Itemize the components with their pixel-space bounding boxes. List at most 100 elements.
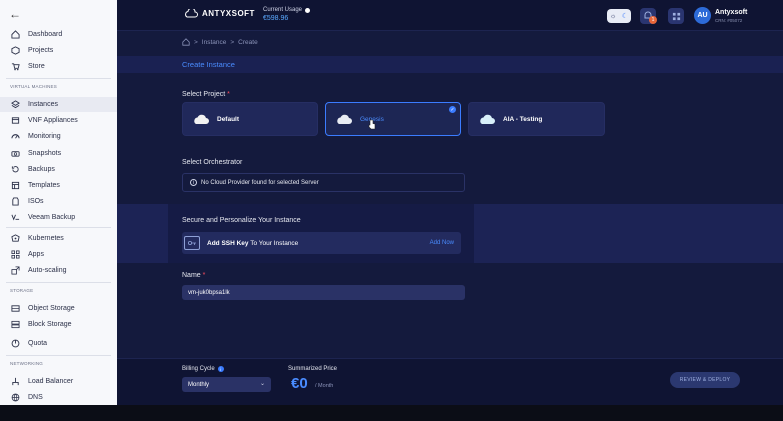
sidebar-item-isos[interactable]: ISOs <box>0 194 117 209</box>
sidebar-item-label: DNS <box>28 394 43 401</box>
notifications-button[interactable]: 1 <box>640 8 657 24</box>
name-input[interactable]: vm-juk0bpsa1lk <box>182 285 465 300</box>
sidebar-item-kubernetes[interactable]: Kubernetes <box>0 231 117 246</box>
ssh-key-box: Add SSH Key To Your Instance Add Now <box>182 232 461 254</box>
pointer-cursor-icon <box>368 119 376 130</box>
veeam-icon <box>10 213 20 223</box>
user-id: CRN: #05072 <box>715 18 743 23</box>
notification-badge: 1 <box>649 16 657 24</box>
logo-text: ANTYXSOFT <box>202 9 255 18</box>
brand-logo[interactable]: ANTYXSOFT <box>184 9 255 18</box>
sidebar-item-label: ISOs <box>28 198 44 205</box>
info-icon: i <box>190 179 197 186</box>
object-storage-icon <box>10 304 20 314</box>
sidebar-item-snapshots[interactable]: Snapshots <box>0 146 117 161</box>
section-label-networking: NETWORKING <box>10 361 43 366</box>
billing-cycle-value: Monthly <box>188 381 210 388</box>
home-icon[interactable] <box>182 38 190 46</box>
backup-icon <box>10 165 20 175</box>
sidebar-item-veeam-backup[interactable]: Veeam Backup <box>0 210 117 225</box>
breadcrumb-separator: > <box>194 38 198 46</box>
sidebar-item-dns[interactable]: DNS <box>0 390 117 405</box>
sidebar-item-label: Projects <box>28 47 54 54</box>
disc-icon <box>10 197 20 207</box>
sidebar-item-block-storage[interactable]: Block Storage <box>0 317 117 332</box>
section-label-vm: VIRTUAL MACHINES <box>10 84 57 89</box>
required-marker: * <box>202 272 206 279</box>
project-card-genesis[interactable]: Genesis ✓ <box>325 102 461 136</box>
sidebar-item-vnf-appliances[interactable]: VNF Appliances <box>0 113 117 128</box>
project-card-default[interactable]: Default <box>182 102 318 136</box>
grid-icon <box>672 12 680 20</box>
breadcrumb-instance[interactable]: Instance <box>202 39 227 46</box>
sidebar-item-apps[interactable]: Apps <box>0 247 117 262</box>
sidebar-item-label: Veeam Backup <box>28 214 76 221</box>
user-name[interactable]: Antyxsoft <box>715 9 747 16</box>
page-header: Create Instance <box>117 56 783 73</box>
sidebar-item-label: Backups <box>28 166 55 173</box>
sidebar-item-templates[interactable]: Templates <box>0 178 117 193</box>
select-project-label: Select Project * <box>182 91 230 98</box>
sidebar-item-label: Snapshots <box>28 150 62 157</box>
sidebar-item-label: Dashboard <box>28 31 63 38</box>
add-now-link[interactable]: Add Now <box>430 240 454 246</box>
required-marker: * <box>227 91 230 98</box>
section-label-storage: STORAGE <box>10 288 34 293</box>
template-icon <box>10 181 20 191</box>
sidebar-item-object-storage[interactable]: Object Storage <box>0 301 117 316</box>
key-icon <box>184 236 200 250</box>
camera-icon <box>10 149 20 159</box>
sidebar-item-quota[interactable]: Quota <box>0 336 117 351</box>
ssh-key-rest: To Your Instance <box>248 239 299 247</box>
apps-icon <box>10 250 20 260</box>
sidebar-item-label: Instances <box>28 101 58 108</box>
sidebar-item-label: Templates <box>28 182 60 189</box>
quota-icon <box>10 339 20 349</box>
cloud-icon <box>337 114 352 124</box>
sidebar-item-label: Auto-scaling <box>28 267 67 274</box>
sidebar-item-auto-scaling[interactable]: Auto-scaling <box>0 263 117 278</box>
home-icon <box>10 30 20 40</box>
usage-label: Current Usage <box>263 7 303 13</box>
review-deploy-button[interactable]: REVIEW & DEPLOY <box>670 372 740 388</box>
name-label: Name * <box>182 272 205 279</box>
sidebar-item-label: Kubernetes <box>28 235 64 242</box>
sidebar-item-label: VNF Appliances <box>28 117 78 124</box>
layers-icon <box>10 100 20 110</box>
info-icon[interactable]: i <box>217 366 224 372</box>
block-storage-icon <box>10 320 20 330</box>
kubernetes-icon <box>10 234 20 244</box>
moon-icon: ☾ <box>621 13 629 20</box>
sun-icon: ☼ <box>609 12 617 20</box>
project-card-aia-testing[interactable]: AIA - Testing <box>468 102 605 136</box>
sidebar-item-label: Apps <box>28 251 44 258</box>
sidebar-item-label: Block Storage <box>28 321 72 328</box>
load-balancer-icon <box>10 377 20 387</box>
sidebar-item-projects[interactable]: Projects <box>0 43 117 58</box>
sidebar-item-dashboard[interactable]: Dashboard <box>0 27 117 42</box>
divider <box>6 355 111 356</box>
sidebar-item-store[interactable]: Store <box>0 59 117 74</box>
avatar[interactable]: AU <box>694 7 711 24</box>
theme-toggle[interactable]: ☼ ☾ <box>607 9 631 23</box>
checkmark-icon: ✓ <box>449 106 456 113</box>
package-icon <box>10 116 20 126</box>
breadcrumb-separator: > <box>230 38 235 46</box>
usage-info-icon[interactable] <box>305 7 311 13</box>
select-orchestrator-label: Select Orchestrator <box>182 159 243 166</box>
apps-menu-button[interactable] <box>668 8 684 24</box>
orchestrator-message: i No Cloud Provider found for selected S… <box>182 173 465 192</box>
breadcrumb: > Instance > Create <box>182 38 258 46</box>
price-unit: / Month <box>315 383 334 389</box>
sidebar-item-backups[interactable]: Backups <box>0 162 117 177</box>
divider <box>6 282 111 283</box>
sidebar-item-load-balancer[interactable]: Load Balancer <box>0 374 117 389</box>
sidebar-item-instances[interactable]: Instances <box>0 97 117 112</box>
billing-cycle-select[interactable]: Monthly ⌄ <box>182 377 271 392</box>
ssh-key-text: Add SSH Key To Your Instance <box>207 240 298 247</box>
sidebar-item-monitoring[interactable]: Monitoring <box>0 129 117 144</box>
name-label-text: Name <box>182 272 201 279</box>
gauge-icon <box>10 132 20 142</box>
back-arrow-icon[interactable]: ← <box>9 7 21 21</box>
scaling-icon <box>10 266 20 276</box>
